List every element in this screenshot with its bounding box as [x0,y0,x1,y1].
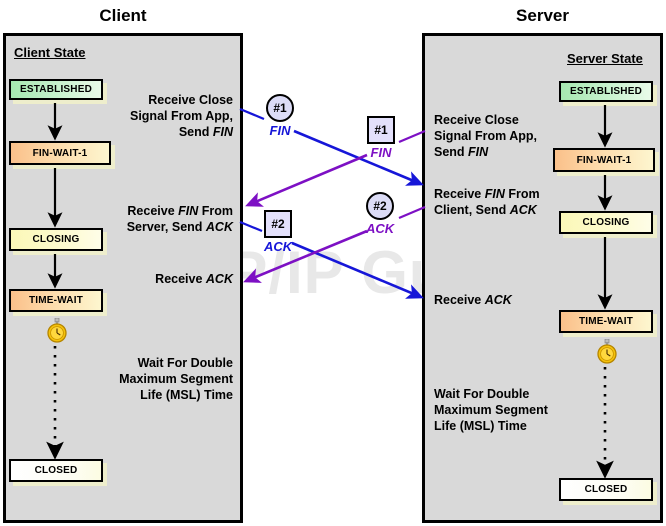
note-line: Server, Send [126,220,206,234]
note-line: Client, Send [434,203,510,217]
server-fin-label: FIN [370,145,392,160]
server-note-recv-ack: Receive ACK [434,292,564,308]
note-line: From [504,187,540,201]
client-state-fin-wait-1: FIN-WAIT-1 [9,141,111,165]
server-state-time-wait: TIME-WAIT [559,310,653,333]
server-state-closed: CLOSED [559,478,653,501]
note-line: Receive [434,293,485,307]
client-note-msl: Wait For Double Maximum Segment Life (MS… [100,355,233,403]
server-state-fin-wait-1: FIN-WAIT-1 [553,148,655,172]
note-line: Signal From App, [434,129,538,143]
server-panel [422,33,663,523]
note-line: Maximum Segment [434,403,548,417]
client-ack-label: ACK [264,239,293,254]
client-note-recv-fin: Receive FIN From Server, Send ACK [98,203,233,235]
note-emph: ACK [509,203,537,217]
note-line: Send [434,145,469,159]
server-ack-badge: #2 [366,192,394,220]
server-timer-icon [597,339,617,364]
client-fin-badge: #1 [266,94,294,122]
server-state-closing: CLOSING [559,211,653,234]
note-emph: FIN [178,204,199,218]
client-state-closed: CLOSED [9,459,103,482]
note-line: Receive [434,187,485,201]
client-state-time-wait: TIME-WAIT [9,289,103,312]
note-line: Life (MSL) Time [140,388,233,402]
client-note-send-fin: Receive Close Signal From App, Send FIN [106,92,233,140]
server-fin-badge: #1 [367,116,395,144]
note-line: Receive Close [434,113,519,127]
note-emph: FIN [468,145,489,159]
note-line: From [198,204,233,218]
server-heading: Server [516,6,569,25]
note-line: Receive [155,272,206,286]
note-line: Wait For Double [434,387,530,401]
client-state-closing: CLOSING [9,228,103,251]
diagram-canvas: The TCP/IP Guide Client Server Client St… [0,0,666,526]
client-timer-icon [47,318,67,343]
client-fin-label: FIN [269,123,291,138]
note-line: Receive [127,204,179,218]
note-emph: ACK [205,272,233,286]
client-state-label: Client State [14,45,86,60]
client-state-established: ESTABLISHED [9,79,103,100]
client-ack-badge: #2 [264,210,292,238]
server-note-recv-fin: Receive FIN From Client, Send ACK [434,186,569,218]
client-note-recv-ack: Receive ACK [110,271,233,287]
server-note-send-fin: Receive Close Signal From App, Send FIN [434,112,564,160]
arrow-server-fin [245,129,426,207]
note-line: Send [178,125,213,139]
note-line: Wait For Double [137,356,233,370]
server-note-msl: Wait For Double Maximum Segment Life (MS… [434,386,574,434]
server-ack-label: ACK [366,221,395,236]
note-emph: ACK [484,293,512,307]
client-heading: Client [99,6,147,25]
note-emph: FIN [484,187,505,201]
note-line: Maximum Segment [119,372,233,386]
note-emph: ACK [205,220,233,234]
message-marker-client-fin: #1 FIN [266,94,294,138]
message-marker-client-ack: #2 ACK [264,210,292,254]
message-marker-server-ack: #2 ACK [366,192,394,236]
note-line: Signal From App, [129,109,233,123]
note-emph: FIN [212,125,233,139]
server-state-label: Server State [567,51,643,66]
message-marker-server-fin: #1 FIN [367,116,395,160]
note-line: Life (MSL) Time [434,419,527,433]
note-line: Receive Close [148,93,233,107]
server-state-established: ESTABLISHED [559,81,653,102]
